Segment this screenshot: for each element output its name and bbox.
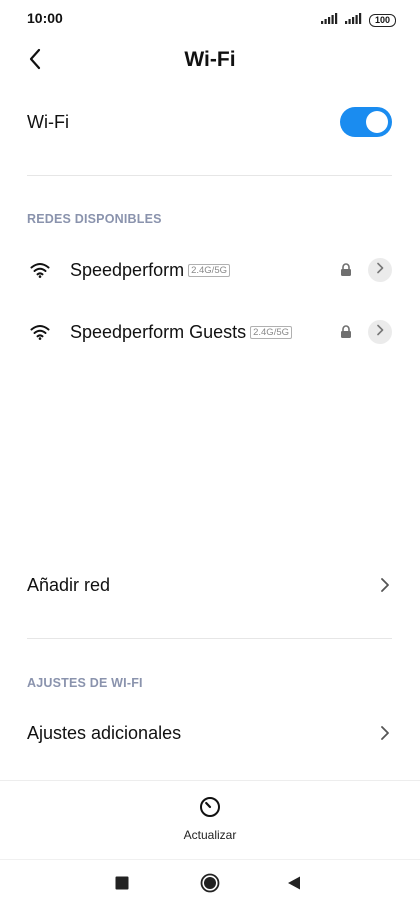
add-network-row[interactable]: Añadir red [0, 560, 420, 610]
band-badge: 2.4G/5G [188, 263, 230, 277]
back-icon [286, 875, 302, 896]
home-icon [200, 873, 220, 898]
wifi-toggle-row[interactable]: Wi-Fi [0, 98, 420, 146]
battery-icon: 100 [368, 13, 396, 27]
recents-button[interactable] [109, 872, 135, 898]
home-button[interactable] [197, 872, 223, 898]
status-icons: 100 [320, 11, 396, 29]
navigation-bar [0, 859, 420, 910]
network-name: Speedperform 2.4G/5G [70, 260, 230, 281]
divider [27, 638, 392, 639]
wifi-toggle-label: Wi-Fi [27, 111, 69, 132]
status-time: 10:00 [27, 10, 63, 26]
network-details-button[interactable] [368, 320, 392, 344]
chevron-right-icon [376, 323, 384, 341]
lock-icon [340, 263, 352, 277]
page-header: Wi-Fi [0, 36, 420, 84]
wifi-settings-screen: 10:00 100 Wi-Fi Wi-Fi REDES DISPONIBLES … [0, 0, 420, 910]
refresh-icon [198, 795, 222, 824]
bottom-action-bar: Actualizar [0, 780, 420, 859]
lock-icon [340, 325, 352, 339]
add-network-label: Añadir red [27, 574, 111, 595]
refresh-button[interactable]: Actualizar [150, 795, 270, 851]
network-name-text: Speedperform Guests [70, 321, 247, 342]
toggle-knob [366, 111, 388, 133]
status-bar: 10:00 100 [0, 0, 420, 36]
recents-icon [115, 876, 129, 895]
refresh-label: Actualizar [183, 828, 237, 842]
nav-back-button[interactable] [281, 872, 307, 898]
wifi-settings-header: AJUSTES DE WI-FI [27, 676, 143, 690]
chevron-right-icon [378, 575, 392, 595]
band-badge: 2.4G/5G [250, 325, 293, 339]
network-details-button[interactable] [368, 258, 392, 282]
chevron-right-icon [378, 723, 392, 743]
signal-icon [320, 11, 339, 29]
additional-settings-label: Ajustes adicionales [27, 722, 182, 743]
wifi-toggle-switch[interactable] [340, 107, 392, 137]
network-item[interactable]: Speedperform 2.4G/5G [0, 245, 420, 295]
wifi-signal-icon [29, 261, 51, 279]
page-title: Wi-Fi [184, 48, 236, 71]
network-name-text: Speedperform [70, 259, 185, 280]
network-name: Speedperform Guests 2.4G/5G [70, 321, 293, 343]
additional-settings-row[interactable]: Ajustes adicionales [0, 708, 420, 758]
divider [27, 175, 392, 176]
chevron-right-icon [376, 261, 384, 279]
signal-icon [344, 11, 363, 29]
network-item[interactable]: Speedperform Guests 2.4G/5G [0, 307, 420, 357]
wifi-signal-icon [29, 323, 51, 341]
available-networks-header: REDES DISPONIBLES [27, 212, 162, 226]
